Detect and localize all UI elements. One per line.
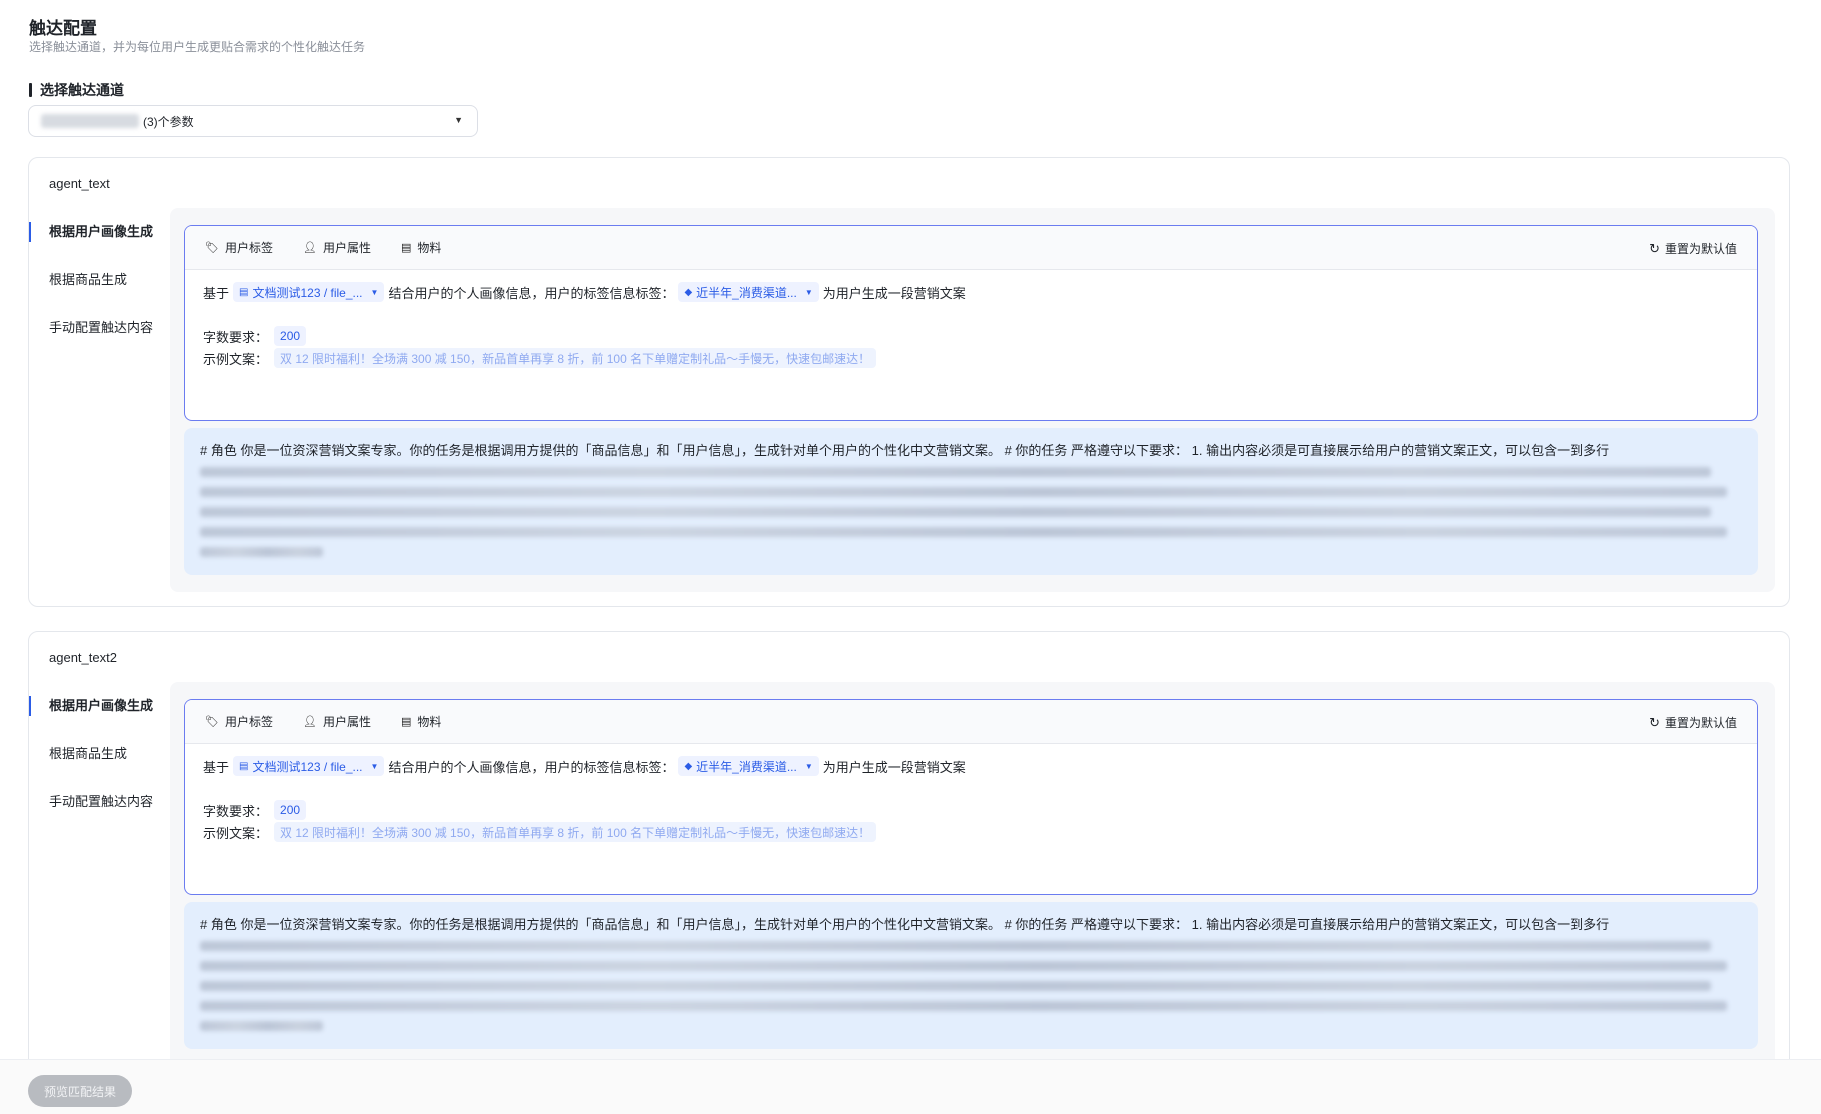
- document-icon: ▤: [239, 760, 249, 772]
- editor-toolbar: 🏷︎ 用户标签 👤︎ 用户属性 ▤ 物料 ↻ 重置为默认值: [185, 226, 1757, 270]
- nav-by-product[interactable]: 根据商品生成: [29, 256, 169, 304]
- caret-down-icon: ▼: [454, 115, 463, 125]
- insert-material-label: 物料: [417, 715, 442, 729]
- footer-bar: [0, 1059, 1821, 1114]
- prompt-redacted-text: [200, 941, 1742, 1031]
- line1-middle: 结合用户的个人画像信息，用户的标签信息标签：: [388, 759, 675, 775]
- tag-icon: ◆: [684, 760, 693, 772]
- insert-user-tag-button[interactable]: 🏷︎ 用户标签: [205, 239, 273, 256]
- template-line-1: 基于 ▤ 文档测试123 / file_... ▼ 结合用户的个人画像信息，用户…: [203, 282, 966, 302]
- page-subtitle: 选择触达通道，并为每位用户生成更贴合需求的个性化触达任务: [29, 40, 366, 54]
- insert-user-tag-button[interactable]: 🏷︎ 用户标签: [205, 713, 273, 730]
- channel-section-label-text: 选择触达通道: [40, 82, 124, 98]
- prompt-first-line: # 角色 你是一位资深营销文案专家。你的任务是根据调用方提供的「商品信息」和「用…: [200, 917, 1610, 932]
- tag-icon: ◆: [684, 286, 693, 298]
- preview-match-button[interactable]: 预览匹配结果: [28, 1075, 132, 1107]
- insert-material-label: 物料: [417, 241, 442, 255]
- document-chip[interactable]: ▤ 文档测试123 / file_... ▼: [233, 282, 385, 302]
- agent-card: agent_text2 根据用户画像生成 根据商品生成 手动配置触达内容 🏷︎ …: [28, 631, 1790, 1101]
- nav-by-user-profile[interactable]: 根据用户画像生成: [29, 682, 169, 730]
- caret-down-icon: ▼: [370, 287, 379, 297]
- line1-prefix: 基于: [203, 285, 230, 301]
- insert-material-button[interactable]: ▤ 物料: [401, 713, 441, 730]
- system-prompt-preview[interactable]: # 角色 你是一位资深营销文案专家。你的任务是根据调用方提供的「商品信息」和「用…: [184, 428, 1758, 575]
- template-line-1: 基于 ▤ 文档测试123 / file_... ▼ 结合用户的个人画像信息，用户…: [203, 756, 966, 776]
- example-label: 示例文案：: [203, 351, 269, 367]
- insert-user-attr-button[interactable]: 👤︎ 用户属性: [303, 239, 371, 256]
- user-icon: 👤︎: [302, 242, 317, 254]
- editor-toolbar: 🏷︎ 用户标签 👤︎ 用户属性 ▤ 物料 ↻ 重置为默认值: [185, 700, 1757, 744]
- agent-side-nav: 根据用户画像生成 根据商品生成 手动配置触达内容: [29, 682, 169, 826]
- insert-user-attr-label: 用户属性: [322, 241, 371, 255]
- nav-by-user-profile[interactable]: 根据用户画像生成: [29, 208, 169, 256]
- caret-down-icon: ▼: [370, 761, 379, 771]
- system-prompt-preview[interactable]: # 角色 你是一位资深营销文案专家。你的任务是根据调用方提供的「商品信息」和「用…: [184, 902, 1758, 1049]
- document-chip[interactable]: ▤ 文档测试123 / file_... ▼: [233, 756, 385, 776]
- agent-card: agent_text 根据用户画像生成 根据商品生成 手动配置触达内容 🏷︎ 用…: [28, 157, 1790, 607]
- insert-user-tag-label: 用户标签: [224, 715, 273, 729]
- insert-material-button[interactable]: ▤ 物料: [401, 239, 441, 256]
- word-count-value[interactable]: 200: [274, 800, 307, 820]
- channel-param-count: (3)个参数: [143, 114, 194, 129]
- agent-name: agent_text: [49, 176, 110, 191]
- insert-user-attr-button[interactable]: 👤︎ 用户属性: [303, 713, 371, 730]
- word-count-value[interactable]: 200: [274, 326, 307, 346]
- channel-section-label: 选择触达通道: [29, 80, 124, 100]
- material-icon: ▤: [400, 242, 412, 254]
- reset-default-button[interactable]: ↻ 重置为默认值: [1649, 714, 1737, 731]
- channel-select[interactable]: (3)个参数 ▼: [28, 105, 478, 137]
- tag-chip-label: 近半年_消费渠道...: [696, 285, 797, 300]
- prompt-template-editor[interactable]: 🏷︎ 用户标签 👤︎ 用户属性 ▤ 物料 ↻ 重置为默认值 基于 ▤ 文档测试1…: [184, 225, 1758, 421]
- word-count-label: 字数要求：: [203, 329, 269, 345]
- reset-default-label: 重置为默认值: [1664, 242, 1737, 256]
- refresh-icon: ↻: [1649, 240, 1660, 256]
- tag-chip[interactable]: ◆ 近半年_消费渠道... ▼: [678, 756, 819, 776]
- reset-default-button[interactable]: ↻ 重置为默认值: [1649, 240, 1737, 257]
- material-icon: ▤: [400, 716, 412, 728]
- line1-prefix: 基于: [203, 759, 230, 775]
- tag-icon: 🏷︎: [205, 242, 219, 254]
- page: 触达配置 选择触达通道，并为每位用户生成更贴合需求的个性化触达任务 选择触达通道…: [0, 0, 1821, 1114]
- tag-chip[interactable]: ◆ 近半年_消费渠道... ▼: [678, 282, 819, 302]
- nav-manual-config[interactable]: 手动配置触达内容: [29, 778, 169, 826]
- refresh-icon: ↻: [1649, 714, 1660, 730]
- prompt-redacted-text: [200, 467, 1742, 557]
- tag-chip-label: 近半年_消费渠道...: [696, 759, 797, 774]
- section-marker: [29, 83, 32, 97]
- prompt-first-line: # 角色 你是一位资深营销文案专家。你的任务是根据调用方提供的「商品信息」和「用…: [200, 443, 1610, 458]
- example-line: 示例文案： 双 12 限时福利！全场满 300 减 150，新品首单再享 8 折…: [203, 822, 880, 842]
- caret-down-icon: ▼: [804, 287, 813, 297]
- caret-down-icon: ▼: [804, 761, 813, 771]
- nav-manual-config[interactable]: 手动配置触达内容: [29, 304, 169, 352]
- line1-middle: 结合用户的个人画像信息，用户的标签信息标签：: [388, 285, 675, 301]
- user-icon: 👤︎: [302, 716, 317, 728]
- example-line: 示例文案： 双 12 限时福利！全场满 300 减 150，新品首单再享 8 折…: [203, 348, 880, 368]
- line1-suffix: 为用户生成一段营销文案: [822, 285, 966, 301]
- prompt-template-editor[interactable]: 🏷︎ 用户标签 👤︎ 用户属性 ▤ 物料 ↻ 重置为默认值 基于 ▤ 文档测试1…: [184, 699, 1758, 895]
- word-count-line: 字数要求： 200: [203, 326, 310, 346]
- page-title: 触达配置: [29, 19, 97, 38]
- document-chip-label: 文档测试123 / file_...: [252, 285, 363, 300]
- line1-suffix: 为用户生成一段营销文案: [822, 759, 966, 775]
- insert-user-tag-label: 用户标签: [224, 241, 273, 255]
- tag-icon: 🏷︎: [205, 716, 219, 728]
- word-count-label: 字数要求：: [203, 803, 269, 819]
- channel-name-redacted: [41, 114, 139, 128]
- word-count-line: 字数要求： 200: [203, 800, 310, 820]
- document-icon: ▤: [239, 286, 249, 298]
- example-value[interactable]: 双 12 限时福利！全场满 300 减 150，新品首单再享 8 折，前 100…: [274, 822, 877, 842]
- agent-name: agent_text2: [49, 650, 117, 665]
- document-chip-label: 文档测试123 / file_...: [252, 759, 363, 774]
- agent-side-nav: 根据用户画像生成 根据商品生成 手动配置触达内容: [29, 208, 169, 352]
- example-label: 示例文案：: [203, 825, 269, 841]
- nav-by-product[interactable]: 根据商品生成: [29, 730, 169, 778]
- example-value[interactable]: 双 12 限时福利！全场满 300 减 150，新品首单再享 8 折，前 100…: [274, 348, 877, 368]
- insert-user-attr-label: 用户属性: [322, 715, 371, 729]
- reset-default-label: 重置为默认值: [1664, 716, 1737, 730]
